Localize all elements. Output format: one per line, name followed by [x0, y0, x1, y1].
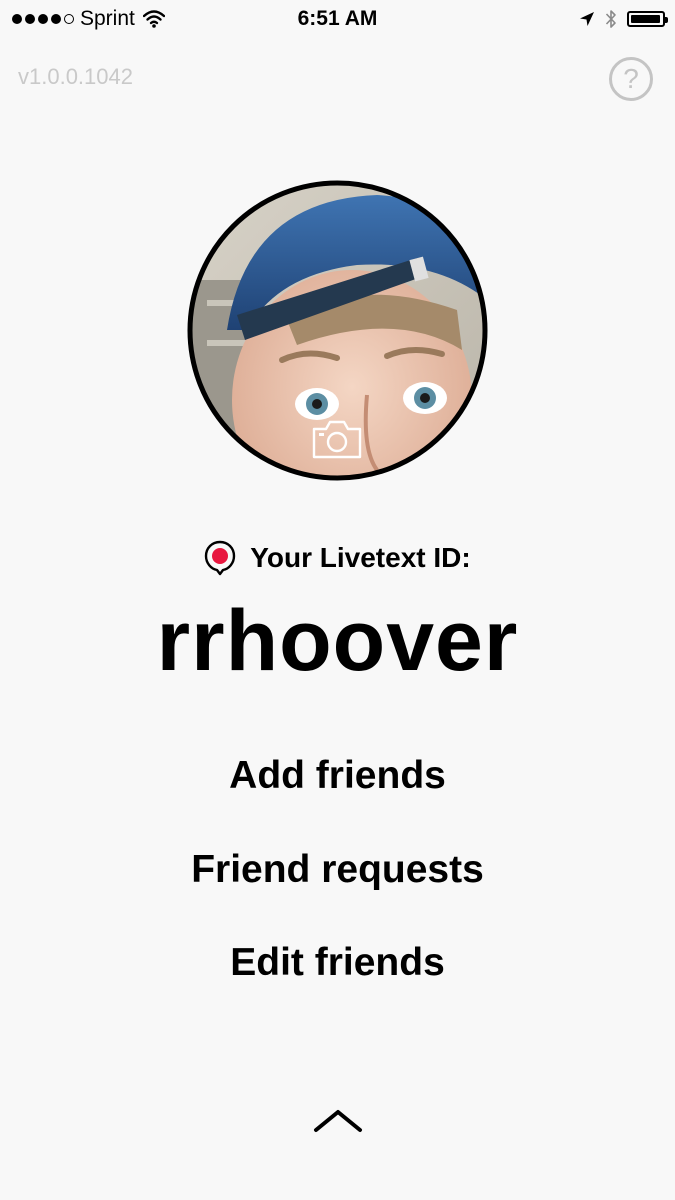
app-version: v1.0.0.1042 — [18, 64, 133, 89]
username: rrhoover — [156, 593, 519, 689]
add-friends-button[interactable]: Add friends — [0, 754, 675, 798]
location-arrow-icon — [580, 12, 594, 26]
livetext-id-label: Your Livetext ID: — [250, 542, 471, 573]
bluetooth-icon — [605, 10, 616, 28]
friend-requests-button[interactable]: Friend requests — [0, 848, 675, 892]
livetext-id-row: Your Livetext ID: — [0, 540, 675, 576]
livetext-pin-icon — [205, 540, 236, 576]
edit-friends-button[interactable]: Edit friends — [0, 941, 675, 985]
battery-icon — [627, 11, 668, 27]
status-time: 6:51 AM — [297, 7, 378, 30]
camera-icon[interactable] — [311, 418, 363, 460]
status-bar: Sprint 6:51 AM — [0, 0, 675, 40]
battery-level — [631, 15, 660, 23]
help-button[interactable]: ? — [609, 57, 653, 101]
chevron-up-icon[interactable] — [313, 1106, 363, 1134]
status-right — [579, 7, 668, 31]
